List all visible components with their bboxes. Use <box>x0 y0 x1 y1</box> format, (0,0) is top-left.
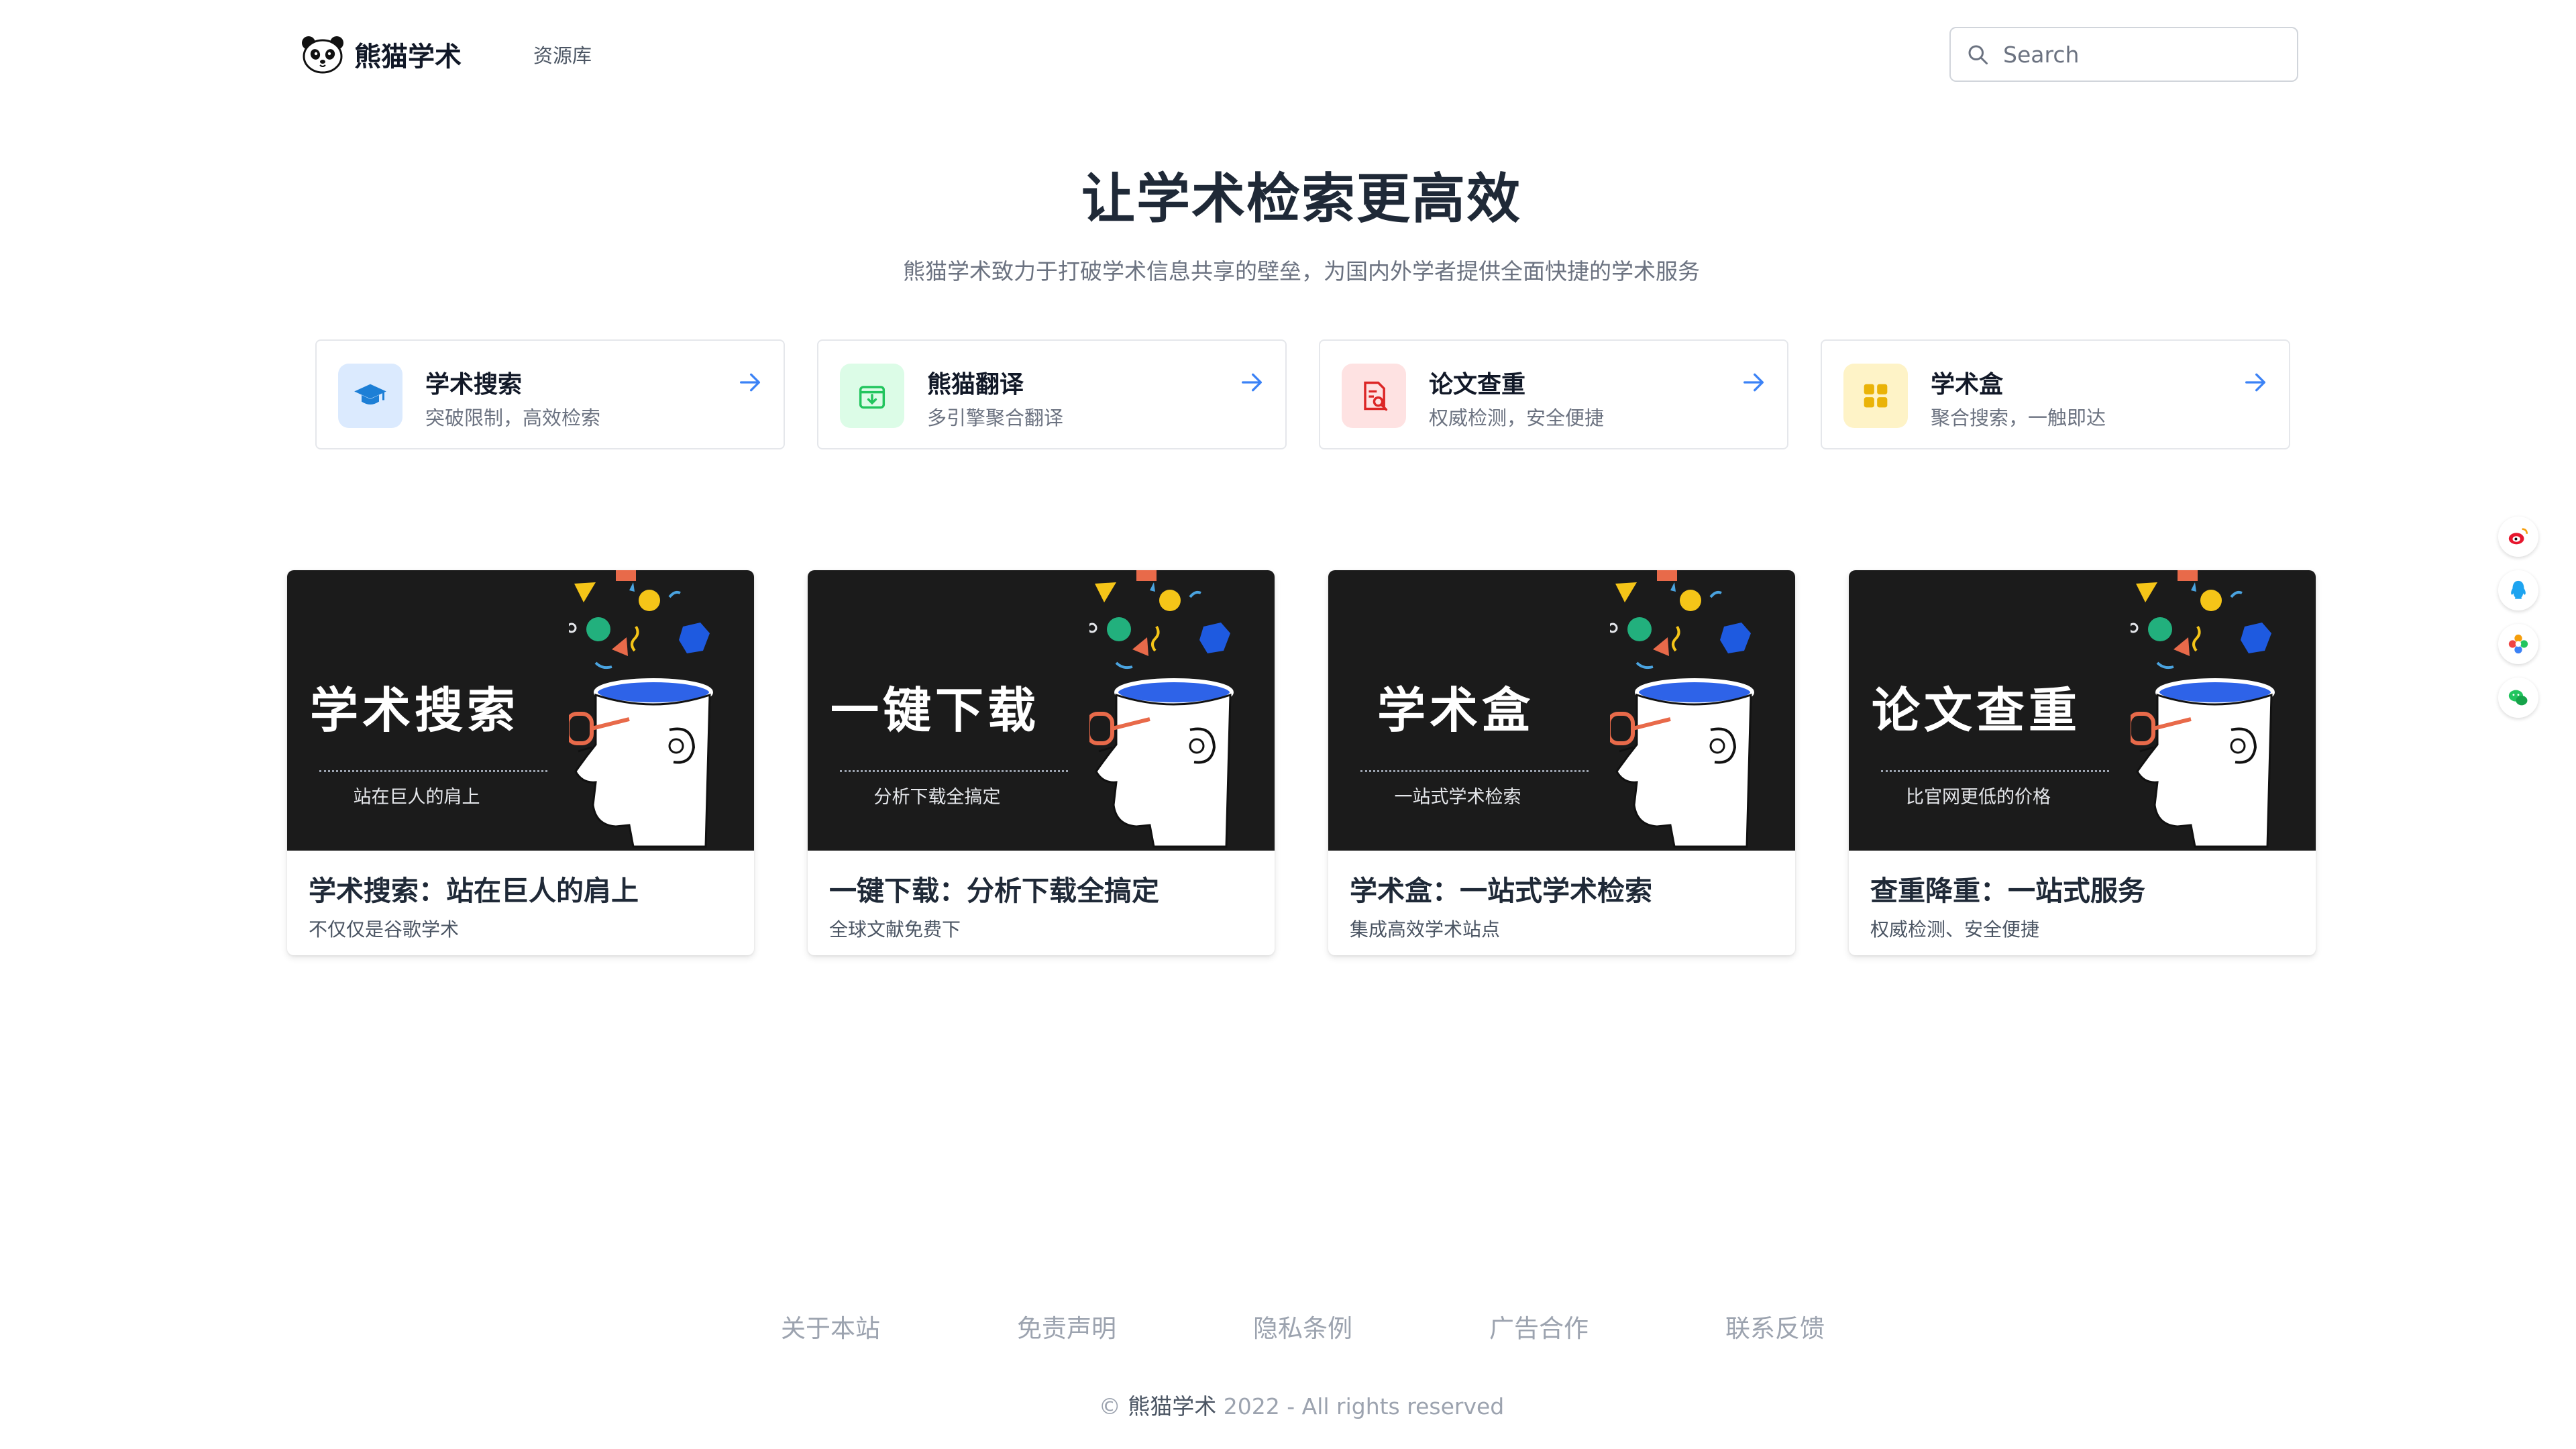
nav-link-resources[interactable]: 资源库 <box>533 40 592 68</box>
banner-subtitle: 分析下载全搞定 <box>873 787 1001 808</box>
head-illustration-icon <box>1089 570 1234 848</box>
feature-desc: 多引擎聚合翻译 <box>927 407 1064 429</box>
banner-divider <box>1881 770 2109 772</box>
feature-title: 论文查重 <box>1429 371 1526 398</box>
feature-desc: 突破限制，高效检索 <box>425 407 601 429</box>
head-illustration-icon <box>569 570 713 848</box>
feature-title: 学术搜索 <box>425 371 523 398</box>
banner-subtitle: 站在巨人的肩上 <box>353 787 480 808</box>
footer-link-feedback[interactable]: 联系反馈 <box>1725 1308 1825 1344</box>
logo-text: 熊猫学术 <box>354 42 462 72</box>
search-input[interactable] <box>2002 40 2286 68</box>
search-icon <box>1968 45 1988 64</box>
head-illustration-icon <box>1610 570 1754 848</box>
arrow-right-icon <box>2245 373 2265 392</box>
card-title: 一键下载：分析下载全搞定 <box>829 875 1159 907</box>
head-illustration-icon <box>2131 570 2275 848</box>
feature-card-plagiarism-check[interactable]: 论文查重 权威检测，安全便捷 <box>1319 339 1788 449</box>
feature-title: 学术盒 <box>1931 371 2004 398</box>
footer-link-disclaimer[interactable]: 免责声明 <box>1017 1308 1116 1344</box>
banner-title: 学术搜索 <box>309 682 519 739</box>
banner-image: 一键下载 分析下载全搞定 <box>808 570 1275 851</box>
banner-subtitle: 一站式学术检索 <box>1394 787 1521 808</box>
qzone-share-button[interactable] <box>2498 624 2538 664</box>
qq-icon <box>2511 580 2526 599</box>
banner-card-academic-search[interactable]: 学术搜索 站在巨人的肩上 学术搜索：站在巨人的肩上 不仅仅是谷歌学术 <box>287 570 754 955</box>
graduation-cap-icon <box>338 364 402 428</box>
wechat-icon <box>2508 690 2528 706</box>
banner-image: 学术搜索 站在巨人的肩上 <box>287 570 754 851</box>
feature-desc: 聚合搜索，一触即达 <box>1931 407 2106 429</box>
hero-title: 让学术检索更高效 <box>1081 168 1521 230</box>
card-title: 学术搜索：站在巨人的肩上 <box>309 875 639 907</box>
card-description: 全球文献免费下 <box>829 918 961 941</box>
arrow-right-icon <box>740 373 760 392</box>
document-search-icon <box>1342 364 1406 428</box>
banner-divider <box>840 770 1068 772</box>
archive-download-icon <box>840 364 904 428</box>
banner-image: 学术盒 一站式学术检索 <box>1328 570 1795 851</box>
copyright-text: 2022 - All rights reserved <box>1223 1393 1505 1419</box>
weibo-icon <box>2508 528 2528 545</box>
qzone-icon <box>2508 634 2528 654</box>
card-description: 不仅仅是谷歌学术 <box>309 918 460 941</box>
feature-card-panda-translate[interactable]: 熊猫翻译 多引擎聚合翻译 <box>817 339 1287 449</box>
footer-link-about[interactable]: 关于本站 <box>781 1308 880 1344</box>
banner-title: 一键下载 <box>830 682 1040 739</box>
feature-title: 熊猫翻译 <box>927 371 1024 398</box>
banner-title: 学术盒 <box>1377 682 1534 739</box>
banner-card-one-click-download[interactable]: 一键下载 分析下载全搞定 一键下载：分析下载全搞定 全球文献免费下 <box>808 570 1275 955</box>
panda-logo-icon <box>302 36 343 74</box>
arrow-right-icon <box>1242 373 1262 392</box>
card-title: 查重降重：一站式服务 <box>1870 875 2145 907</box>
banner-card-plagiarism-check[interactable]: 论文查重 比官网更低的价格 查重降重：一站式服务 权威检测、安全便捷 <box>1849 570 2316 955</box>
wechat-share-button[interactable] <box>2498 678 2538 718</box>
site-logo[interactable]: 熊猫学术 <box>301 35 462 74</box>
copyright-symbol: © <box>1098 1393 1121 1419</box>
banner-subtitle: 比官网更低的价格 <box>1906 787 2051 808</box>
arrow-right-icon <box>1743 373 1764 392</box>
feature-desc: 权威检测，安全便捷 <box>1429 407 1605 429</box>
banner-divider <box>1360 770 1589 772</box>
qq-share-button[interactable] <box>2498 570 2538 610</box>
banner-title: 论文查重 <box>1871 682 2081 739</box>
banner-image: 论文查重 比官网更低的价格 <box>1849 570 2316 851</box>
card-description: 权威检测、安全便捷 <box>1870 918 2040 941</box>
banner-divider <box>319 770 547 772</box>
hero-subtitle: 熊猫学术致力于打破学术信息共享的壁垒，为国内外学者提供全面快捷的学术服务 <box>903 258 1700 284</box>
card-description: 集成高效学术站点 <box>1350 918 1501 941</box>
copyright: © 熊猫学术 2022 - All rights reserved <box>0 1389 2576 1421</box>
search-box[interactable] <box>1949 27 2298 82</box>
feature-card-academic-box[interactable]: 学术盒 聚合搜索，一触即达 <box>1821 339 2290 449</box>
grid-icon <box>1843 364 1908 428</box>
footer-link-privacy[interactable]: 隐私条例 <box>1253 1308 1352 1344</box>
feature-card-academic-search[interactable]: 学术搜索 突破限制，高效检索 <box>315 339 785 449</box>
copyright-brand-link[interactable]: 熊猫学术 <box>1128 1393 1216 1419</box>
banner-card-academic-box[interactable]: 学术盒 一站式学术检索 学术盒：一站式学术检索 集成高效学术站点 <box>1328 570 1795 955</box>
footer-link-advertising[interactable]: 广告合作 <box>1489 1308 1589 1344</box>
card-title: 学术盒：一站式学术检索 <box>1350 875 1652 907</box>
weibo-share-button[interactable] <box>2498 517 2538 557</box>
